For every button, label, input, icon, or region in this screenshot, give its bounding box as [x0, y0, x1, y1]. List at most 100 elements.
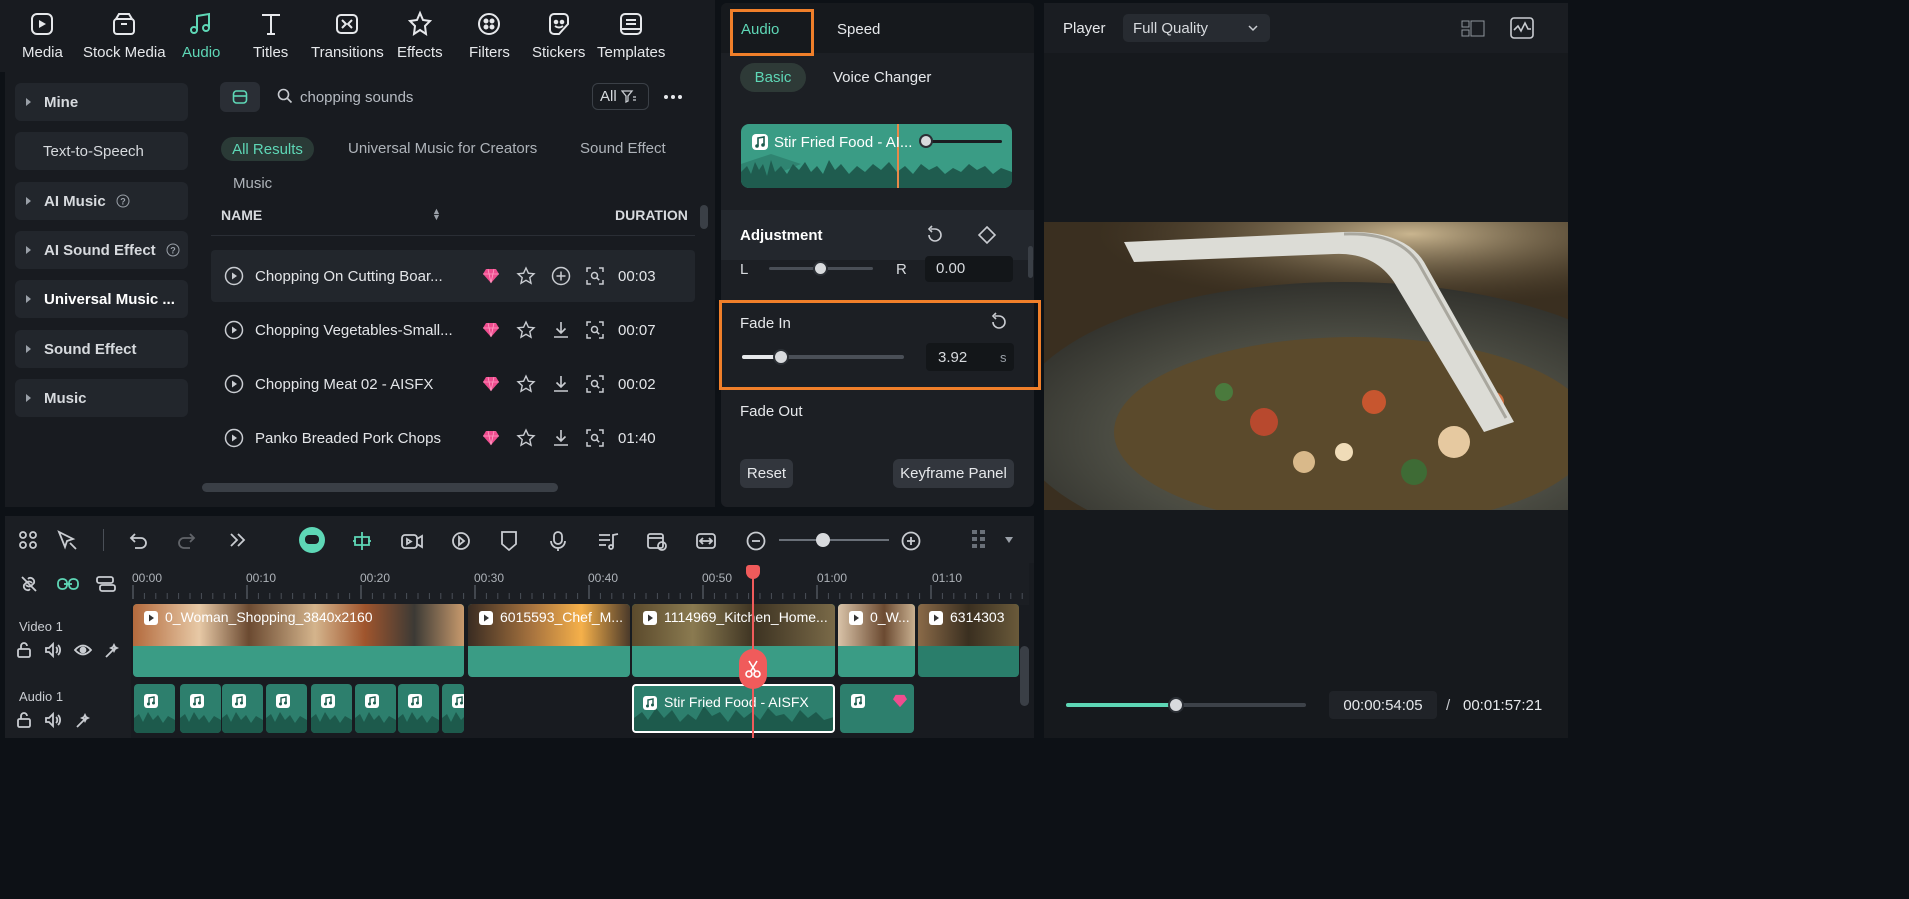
- nav-item-universal-music[interactable]: Universal Music ...: [15, 280, 188, 318]
- audio-clip[interactable]: [134, 684, 175, 733]
- undo-icon[interactable]: [128, 530, 148, 550]
- find-similar-icon[interactable]: [585, 266, 605, 286]
- preview-render-icon[interactable]: [646, 530, 668, 552]
- help-icon[interactable]: ?: [116, 194, 130, 208]
- audio-clip[interactable]: [180, 684, 221, 733]
- fit-timeline-icon[interactable]: [695, 530, 717, 552]
- speaker-icon[interactable]: [44, 712, 62, 728]
- nav-item-ai-sound-effect[interactable]: AI Sound Effect ?: [15, 231, 188, 269]
- toolbar-titles[interactable]: Titles: [253, 10, 288, 61]
- play-icon[interactable]: [224, 374, 244, 394]
- nav-item-sound-effect[interactable]: Sound Effect: [15, 330, 188, 368]
- more-options-icon[interactable]: [664, 95, 682, 99]
- toolbar-stock-media[interactable]: Stock Media: [83, 10, 166, 61]
- audio-clip[interactable]: [355, 684, 396, 733]
- favorite-star-icon[interactable]: [516, 428, 536, 448]
- tab-sound-effect[interactable]: Sound Effect: [580, 140, 666, 157]
- play-icon[interactable]: [224, 320, 244, 340]
- nav-item-ai-music[interactable]: AI Music ?: [15, 182, 188, 220]
- column-header-duration[interactable]: DURATION: [615, 207, 688, 223]
- eye-icon[interactable]: [74, 642, 92, 658]
- audio-mix-icon[interactable]: [597, 530, 619, 552]
- list-scrollbar[interactable]: [700, 205, 708, 229]
- video-clip[interactable]: 0_Woman_Shopping_3840x2160: [133, 604, 464, 677]
- find-similar-icon[interactable]: [585, 374, 605, 394]
- props-scrollbar[interactable]: [1028, 246, 1033, 278]
- quality-dropdown[interactable]: Full Quality: [1123, 14, 1270, 42]
- marker-icon[interactable]: [499, 530, 519, 552]
- balance-slider-knob[interactable]: [813, 261, 828, 276]
- add-track-icon[interactable]: [95, 574, 117, 594]
- magic-wand-icon[interactable]: [74, 712, 92, 728]
- video-clip[interactable]: 6015593_Chef_M...: [468, 604, 630, 677]
- toolbar-media[interactable]: Media: [22, 10, 63, 61]
- speaker-icon[interactable]: [44, 642, 62, 658]
- zoom-slider-track[interactable]: [779, 539, 889, 541]
- select-tool-icon[interactable]: [57, 530, 79, 550]
- clip-volume-track[interactable]: [926, 140, 1002, 143]
- nav-item-music[interactable]: Music: [15, 379, 188, 417]
- horizontal-scrollbar[interactable]: [202, 483, 558, 492]
- play-icon[interactable]: [224, 428, 244, 448]
- zoom-out-icon[interactable]: [745, 530, 767, 552]
- keyframe-diamond-icon[interactable]: [977, 225, 997, 245]
- tab-music[interactable]: Music: [233, 175, 272, 192]
- clip-volume-knob[interactable]: [919, 134, 933, 148]
- ai-assistant-icon[interactable]: [299, 527, 325, 553]
- lock-icon[interactable]: [16, 712, 32, 728]
- add-to-timeline-icon[interactable]: [551, 266, 571, 286]
- toolbar-stickers[interactable]: Stickers: [532, 10, 585, 61]
- video-preview-frame[interactable]: [1044, 222, 1568, 510]
- microphone-icon[interactable]: [548, 530, 568, 552]
- timeline-vertical-scrollbar[interactable]: [1020, 646, 1029, 706]
- toolbar-effects[interactable]: Effects: [397, 10, 443, 61]
- redo-icon[interactable]: [177, 530, 197, 550]
- link-icon[interactable]: [56, 574, 80, 594]
- favorite-star-icon[interactable]: [516, 266, 536, 286]
- audio-clip[interactable]: [311, 684, 352, 733]
- audio-clip[interactable]: [266, 684, 307, 733]
- favorite-star-icon[interactable]: [516, 374, 536, 394]
- download-icon[interactable]: [551, 374, 571, 394]
- magic-wand-icon[interactable]: [103, 642, 121, 658]
- current-time-display[interactable]: 00:00:54:05: [1329, 691, 1437, 719]
- video-clip[interactable]: 0_W...: [838, 604, 915, 677]
- video-clip[interactable]: 1114969_Kitchen_Home...: [632, 604, 835, 677]
- audio-clip[interactable]: [442, 684, 464, 733]
- video-clip[interactable]: 6314303: [918, 604, 1019, 677]
- reset-button[interactable]: Reset: [740, 459, 793, 488]
- track-layout-icon[interactable]: [970, 528, 990, 554]
- find-similar-icon[interactable]: [585, 320, 605, 340]
- download-icon[interactable]: [551, 428, 571, 448]
- filter-dropdown[interactable]: All: [592, 83, 649, 110]
- timeline-ruler[interactable]: 00:00 00:10 00:20 00:30 00:40 00:50 01:0…: [131, 563, 1029, 605]
- toolbar-audio[interactable]: Audio: [182, 10, 220, 61]
- find-similar-icon[interactable]: [585, 428, 605, 448]
- audio-clip-selected[interactable]: Stir Fried Food - AISFX: [632, 684, 835, 733]
- balance-value-field[interactable]: 0.00: [925, 256, 1013, 282]
- split-scissors-button[interactable]: [739, 649, 767, 689]
- nav-item-text-to-speech[interactable]: Text-to-Speech: [15, 132, 188, 170]
- play-icon[interactable]: [224, 266, 244, 286]
- toolbar-filters[interactable]: Filters: [469, 10, 510, 61]
- nav-item-mine[interactable]: Mine: [15, 83, 188, 121]
- layout-grid-icon[interactable]: [1461, 20, 1485, 37]
- keyframe-panel-button[interactable]: Keyframe Panel: [893, 459, 1014, 488]
- list-item[interactable]: Panko Breaded Pork Chops 01:40: [211, 412, 695, 464]
- help-icon[interactable]: ?: [166, 243, 180, 257]
- list-item[interactable]: Chopping Vegetables-Small... 00:07: [211, 304, 695, 356]
- auto-render-icon[interactable]: [450, 530, 472, 552]
- favorite-star-icon[interactable]: [516, 320, 536, 340]
- record-screen-icon[interactable]: [400, 530, 424, 552]
- audio-meter-icon[interactable]: [1510, 17, 1534, 39]
- subtab-basic[interactable]: Basic: [740, 63, 806, 92]
- tab-universal-music[interactable]: Universal Music for Creators: [348, 140, 537, 157]
- subtab-voice-changer[interactable]: Voice Changer: [833, 69, 931, 86]
- toolbar-transitions[interactable]: Transitions: [311, 10, 384, 61]
- column-header-name[interactable]: NAME: [221, 207, 262, 223]
- reset-icon[interactable]: [925, 225, 945, 245]
- toolbar-templates[interactable]: Templates: [597, 10, 665, 61]
- playback-progress-track[interactable]: [1066, 697, 1306, 713]
- library-button[interactable]: [220, 82, 260, 112]
- grid-menu-icon[interactable]: [18, 530, 38, 550]
